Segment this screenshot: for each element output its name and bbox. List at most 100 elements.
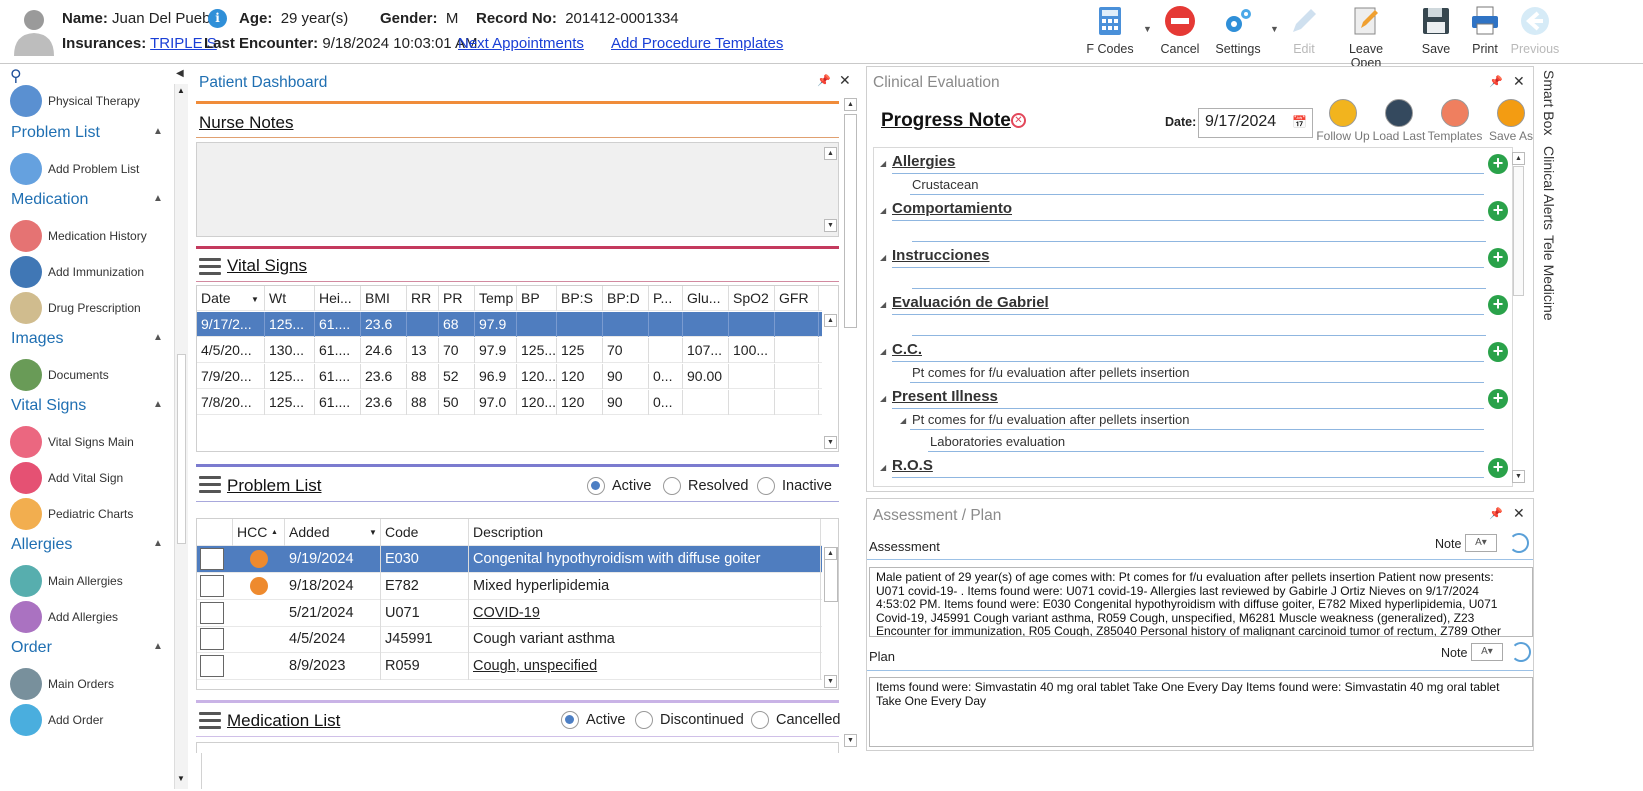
row-checkbox[interactable] (200, 548, 224, 570)
note-template-dropdown[interactable]: A▾ (1471, 643, 1503, 661)
section-line[interactable]: Pt comes for f/u evaluation after pellet… (912, 365, 1189, 380)
vital-signs-title[interactable]: Vital Signs (227, 256, 307, 276)
section-title[interactable]: Present Illness (892, 388, 998, 405)
collapse-icon[interactable]: ▲ (153, 193, 163, 204)
column-header[interactable]: Added (285, 519, 381, 546)
problem-list-menu-icon[interactable] (199, 476, 221, 494)
collapse-sidebar-icon[interactable]: ◀ (176, 68, 184, 79)
filter-label[interactable]: Active (612, 478, 652, 494)
sidebar-item-documents[interactable]: Documents (10, 358, 109, 392)
filter-radio-active[interactable] (587, 477, 605, 495)
scroll-down-icon[interactable]: ▼ (824, 219, 837, 232)
scroll-up-icon[interactable]: ▲ (1512, 152, 1525, 165)
assessment-text[interactable]: Male patient of 29 year(s) of age comes … (869, 567, 1533, 637)
filter-radio-active[interactable] (561, 711, 579, 729)
column-header[interactable]: P... (649, 286, 683, 311)
sidebar-item-vital-signs-main[interactable]: Vital Signs Main (10, 425, 134, 459)
tool-load-last-button[interactable]: Load Last (1371, 99, 1427, 143)
add-item-icon[interactable]: + (1488, 201, 1508, 221)
tool-templates-button[interactable]: Templates (1427, 99, 1483, 143)
sidebar-item-pediatric-charts[interactable]: Pediatric Charts (10, 497, 133, 531)
medication-list-title[interactable]: Medication List (227, 711, 340, 731)
nurse-notes-box[interactable]: ▲ ▼ (196, 142, 839, 237)
scroll-up-icon[interactable]: ▲ (177, 86, 185, 95)
collapse-icon[interactable]: ▲ (153, 641, 163, 652)
table-row[interactable]: 7/8/20... 125... 61.... 23.6 88 50 97.0 120... 1… (197, 390, 822, 415)
section-title[interactable]: C.C. (892, 341, 922, 358)
scroll-up-icon[interactable]: ▲ (844, 98, 857, 111)
toolbar-previous-button[interactable]: Previous (1505, 4, 1565, 60)
dashboard-scroll-thumb[interactable] (844, 114, 857, 328)
filter-label[interactable]: Discontinued (660, 712, 744, 728)
calendar-icon[interactable]: 📅 (1292, 115, 1307, 129)
sidebar-section-images[interactable]: Images ▲ (11, 330, 163, 348)
sidebar-item-main-orders[interactable]: Main Orders (10, 667, 114, 701)
sidebar-section-allergies[interactable]: Allergies ▲ (11, 536, 163, 554)
table-row[interactable]: 9/19/2024 E030 Congenital hypothyroidism w… (197, 546, 822, 573)
sort-dropdown-icon[interactable]: ▼ (251, 287, 259, 312)
remove-note-icon[interactable]: ✕ (1011, 113, 1026, 128)
add-item-icon[interactable]: + (1488, 248, 1508, 268)
sidebar-section-order[interactable]: Order ▲ (11, 639, 163, 657)
toolbar-f-codes-button[interactable]: F Codes (1080, 4, 1140, 60)
filter-label[interactable]: Inactive (782, 478, 832, 494)
section-title[interactable]: Allergies (892, 153, 955, 170)
expand-toggle-icon[interactable]: ◢ (880, 300, 886, 309)
row-checkbox[interactable] (200, 655, 224, 678)
expand-toggle-icon[interactable]: ◢ (880, 206, 886, 215)
scroll-up-icon[interactable]: ▲ (824, 314, 837, 327)
tool-save-as-button[interactable]: Save As (1483, 99, 1539, 143)
scroll-down-icon[interactable]: ▼ (177, 774, 185, 783)
close-icon[interactable]: ✕ (839, 72, 851, 89)
sidebar-item-main-allergies[interactable]: Main Allergies (10, 564, 123, 598)
table-row[interactable]: 9/18/2024 E782 Mixed hyperlipidemia (197, 572, 822, 600)
row-checkbox[interactable] (200, 628, 224, 651)
close-icon[interactable]: ✕ (1513, 505, 1525, 522)
column-header[interactable] (197, 519, 233, 546)
dashboard-scrollbar[interactable]: ▲ ▼ (844, 98, 858, 750)
close-icon[interactable]: ✕ (1513, 73, 1525, 90)
tab-clinical-alerts[interactable]: Clinical Alerts (1541, 146, 1557, 230)
sort-dropdown-icon[interactable]: ▼ (369, 519, 377, 546)
tab-tele-medicine[interactable]: Tele Medicine (1541, 235, 1557, 321)
sidebar-item-add-vital-sign[interactable]: Add Vital Sign (10, 461, 123, 495)
scroll-up-icon[interactable]: ▲ (824, 547, 837, 560)
column-header[interactable]: BMI (361, 286, 407, 311)
add-item-icon[interactable]: + (1488, 458, 1508, 478)
toolbar-leave-open-button[interactable]: Leave Open (1336, 4, 1396, 70)
filter-label[interactable]: Cancelled (776, 712, 841, 728)
refresh-icon[interactable] (1509, 533, 1529, 553)
sidebar-scroll-thumb[interactable] (177, 354, 186, 544)
pin-icon[interactable]: 📌 (1489, 75, 1503, 88)
info-icon[interactable]: i (208, 9, 227, 28)
sidebar-section-vital-signs[interactable]: Vital Signs ▲ (11, 397, 163, 415)
section-line[interactable]: Laboratories evaluation (930, 434, 1065, 449)
add-item-icon[interactable]: + (1488, 295, 1508, 315)
filter-radio-cancelled[interactable] (751, 711, 769, 729)
tool-follow-up-button[interactable]: Follow Up (1315, 99, 1371, 143)
row-checkbox[interactable] (200, 601, 224, 624)
sort-ascending-icon[interactable]: ▲ (271, 519, 278, 546)
pin-icon[interactable]: 📌 (817, 74, 831, 87)
scroll-up-icon[interactable]: ▲ (824, 147, 837, 160)
medication-list-menu-icon[interactable] (199, 712, 221, 730)
section-title[interactable]: Instrucciones (892, 247, 990, 264)
problem-list-title[interactable]: Problem List (227, 476, 321, 496)
expand-toggle-icon[interactable]: ◢ (900, 416, 906, 425)
expand-toggle-icon[interactable]: ◢ (880, 394, 886, 403)
dropdown-arrow-icon[interactable]: ▼ (1270, 24, 1279, 34)
scroll-down-icon[interactable]: ▼ (1512, 470, 1525, 483)
table-cell[interactable]: COVID-19 (469, 599, 821, 627)
refresh-icon[interactable] (1511, 642, 1531, 662)
collapse-icon[interactable]: ▲ (153, 126, 163, 137)
filter-radio-resolved[interactable] (663, 477, 681, 495)
filter-radio-discontinued[interactable] (635, 711, 653, 729)
collapse-icon[interactable]: ▲ (153, 538, 163, 549)
dropdown-arrow-icon[interactable]: ▼ (1143, 24, 1152, 34)
sidebar-section-problem-list[interactable]: Problem List ▲ (11, 124, 163, 142)
section-title[interactable]: R.O.S (892, 457, 933, 474)
add-item-icon[interactable]: + (1488, 342, 1508, 362)
add-item-icon[interactable]: + (1488, 389, 1508, 409)
sidebar-item-add-immunization[interactable]: Add Immunization (10, 255, 144, 289)
scroll-down-icon[interactable]: ▼ (824, 436, 837, 449)
